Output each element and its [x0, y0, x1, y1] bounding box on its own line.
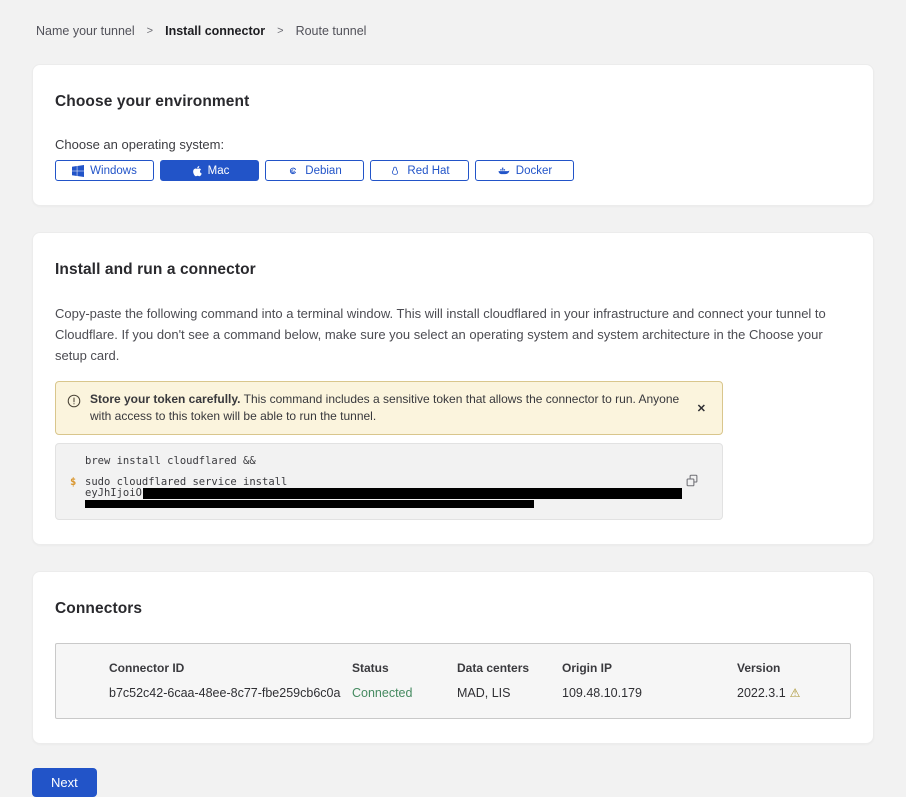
os-button-label: Docker — [516, 165, 552, 177]
connectors-table: Connector ID Status Data centers Origin … — [55, 643, 851, 719]
column-header-status: Status — [352, 661, 457, 675]
install-description: Copy-paste the following command into a … — [55, 303, 851, 366]
shell-prompt: $ — [70, 477, 85, 488]
os-button-label: Windows — [90, 165, 137, 177]
windows-icon — [72, 165, 84, 177]
os-button-label: Mac — [208, 165, 230, 177]
environment-card: Choose your environment Choose an operat… — [32, 64, 874, 206]
column-header-version: Version — [737, 661, 840, 675]
environment-card-title: Choose your environment — [55, 93, 851, 111]
version-warning-icon: ⚠ — [790, 687, 801, 699]
code-line-brew-install: brew install cloudflared && — [85, 456, 256, 467]
connector-id-value: b7c52c42-6caa-48ee-8c77-fbe259cb6c0a — [109, 686, 352, 700]
os-button-debian[interactable]: Debian — [265, 160, 364, 181]
tunnel-setup-page: Name your tunnel > Install connector > R… — [0, 0, 906, 797]
warning-text: Store your token carefully. This command… — [90, 391, 684, 425]
token-prefix: eyJhIjoiO — [85, 488, 142, 499]
redacted-token-bar — [85, 500, 534, 508]
connectors-card: Connectors Connector ID Status Data cent… — [32, 571, 874, 744]
breadcrumb-step-route-tunnel[interactable]: Route tunnel — [296, 24, 367, 38]
breadcrumb-step-name-your-tunnel[interactable]: Name your tunnel — [36, 24, 135, 38]
breadcrumb-separator: > — [277, 25, 283, 37]
breadcrumb-step-install-connector[interactable]: Install connector — [165, 24, 265, 38]
os-button-group: Windows Mac Debian Red Hat — [55, 160, 851, 181]
os-button-redhat[interactable]: Red Hat — [370, 160, 469, 181]
os-button-label: Debian — [305, 165, 341, 177]
table-row: b7c52c42-6caa-48ee-8c77-fbe259cb6c0a Con… — [109, 686, 840, 700]
redacted-token-bar — [143, 488, 682, 499]
close-icon[interactable]: ✕ — [693, 400, 710, 417]
origin-ip-value: 109.48.10.179 — [562, 686, 737, 700]
redhat-icon — [389, 165, 401, 177]
breadcrumb-separator: > — [147, 25, 153, 37]
warning-text-bold: Store your token carefully. — [90, 392, 241, 406]
status-badge: Connected — [352, 686, 457, 700]
column-header-connector-id: Connector ID — [109, 661, 352, 675]
data-centers-value: MAD, LIS — [457, 686, 562, 700]
os-select-label: Choose an operating system: — [55, 137, 851, 152]
os-button-windows[interactable]: Windows — [55, 160, 154, 181]
install-card-title: Install and run a connector — [55, 261, 851, 279]
apple-icon — [190, 165, 202, 177]
version-value: 2022.3.1 — [737, 686, 786, 700]
column-header-origin-ip: Origin IP — [562, 661, 737, 675]
docker-icon — [497, 165, 510, 177]
os-button-docker[interactable]: Docker — [475, 160, 574, 181]
breadcrumb: Name your tunnel > Install connector > R… — [32, 24, 874, 38]
os-button-mac[interactable]: Mac — [160, 160, 259, 181]
install-command-codeblock: brew install cloudflared && $sudo cloudf… — [55, 443, 723, 520]
debian-icon — [287, 165, 299, 177]
token-warning-banner: Store your token carefully. This command… — [55, 381, 723, 435]
alert-circle-icon — [67, 394, 81, 413]
copy-icon[interactable] — [684, 472, 700, 492]
connectors-card-title: Connectors — [55, 600, 851, 618]
column-header-data-centers: Data centers — [457, 661, 562, 675]
install-card: Install and run a connector Copy-paste t… — [32, 232, 874, 545]
table-header-row: Connector ID Status Data centers Origin … — [109, 661, 840, 675]
os-button-label: Red Hat — [407, 165, 449, 177]
next-button[interactable]: Next — [32, 768, 97, 797]
